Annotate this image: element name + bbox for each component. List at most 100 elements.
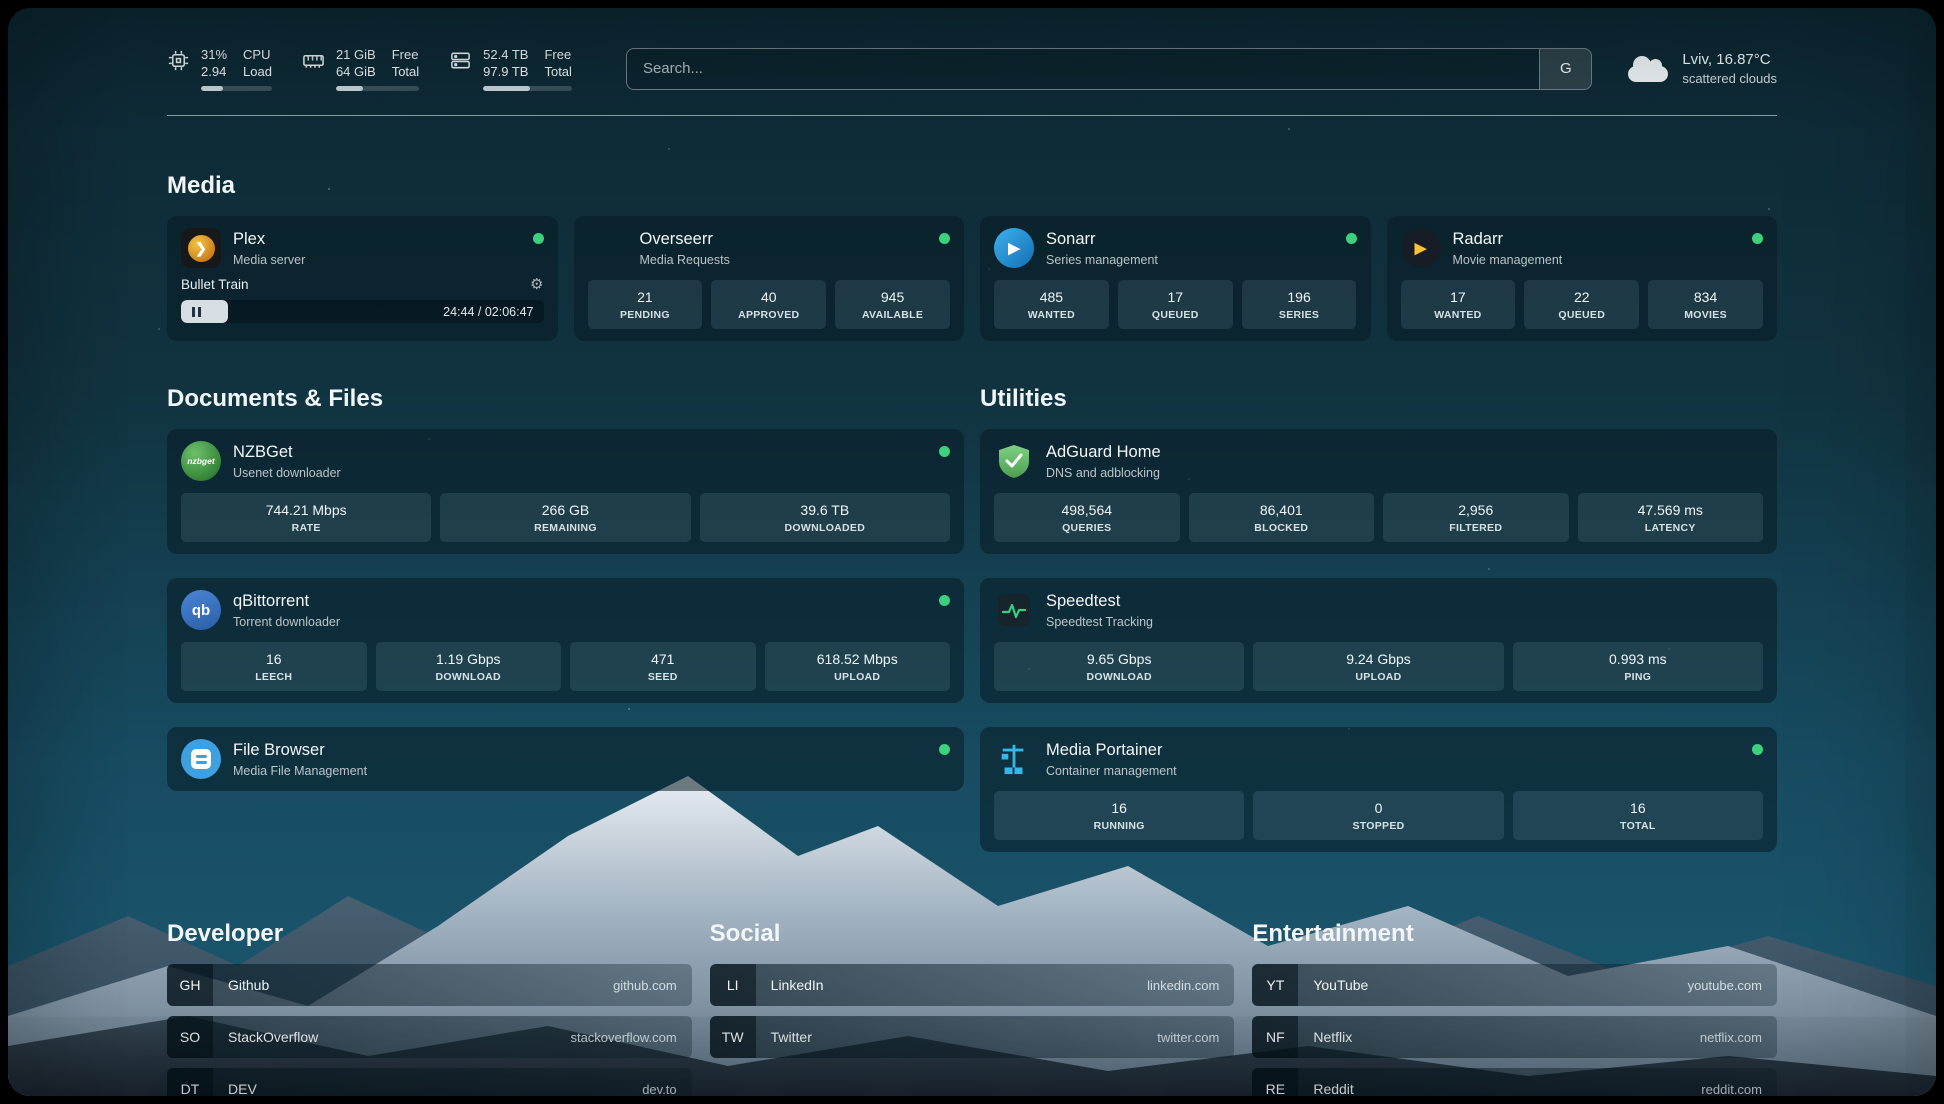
- bookmark-name: StackOverflow: [228, 1029, 318, 1045]
- memory-total-label: Total: [392, 63, 419, 80]
- service-card-qbittorrent[interactable]: qb qBittorrent Torrent downloader 16 LEE…: [167, 578, 964, 703]
- disk-usage-bar: [483, 86, 572, 91]
- disk-widget: 52.4 TB 97.9 TB Free Total: [449, 46, 572, 91]
- bookmark-twitter[interactable]: TW Twitter twitter.com: [710, 1016, 1235, 1058]
- service-card-plex[interactable]: ❯ Plex Media server Bullet Train ⚙: [167, 216, 558, 341]
- stat-series: 196 SERIES: [1242, 280, 1357, 329]
- stat-approved: 40 APPROVED: [711, 280, 826, 329]
- snow-specks: [8, 8, 10, 10]
- service-name: Speedtest: [1046, 591, 1153, 612]
- service-subtitle: Container management: [1046, 763, 1177, 779]
- bookmark-github[interactable]: GH Github github.com: [167, 964, 692, 1006]
- header-divider: [167, 115, 1777, 116]
- cpu-usage-bar: [201, 86, 272, 91]
- service-name: NZBGet: [233, 442, 341, 463]
- bookmark-name: DEV: [228, 1081, 257, 1096]
- disk-free-label: Free: [544, 46, 571, 63]
- overseerr-icon: [588, 228, 628, 268]
- bookmark-youtube[interactable]: YT YouTube youtube.com: [1252, 964, 1777, 1006]
- service-subtitle: Torrent downloader: [233, 614, 340, 630]
- plex-chevron-glyph: ❯: [195, 240, 207, 257]
- memory-usage-bar: [336, 86, 419, 91]
- service-subtitle: Media server: [233, 252, 305, 268]
- service-card-adguard[interactable]: AdGuard Home DNS and adblocking 498,564 …: [980, 429, 1777, 554]
- bookmark-abbr: DT: [167, 1068, 213, 1096]
- cpu-label: CPU: [243, 46, 272, 63]
- stat-latency: 47.569 ms LATENCY: [1578, 493, 1764, 542]
- bookmark-url: linkedin.com: [1147, 978, 1219, 993]
- bookmark-dev[interactable]: DT DEV dev.to: [167, 1068, 692, 1096]
- service-name: qBittorrent: [233, 591, 340, 612]
- bookmark-abbr: SO: [167, 1016, 213, 1058]
- memory-free-label: Free: [392, 46, 419, 63]
- bookmark-url: twitter.com: [1157, 1030, 1219, 1045]
- bookmark-netflix[interactable]: NF Netflix netflix.com: [1252, 1016, 1777, 1058]
- service-card-speedtest[interactable]: Speedtest Speedtest Tracking 9.65 Gbps D…: [980, 578, 1777, 703]
- service-subtitle: Speedtest Tracking: [1046, 614, 1153, 630]
- search-bar: G: [626, 48, 1592, 90]
- stat-pending: 21 PENDING: [588, 280, 703, 329]
- bookmark-linkedin[interactable]: LI LinkedIn linkedin.com: [710, 964, 1235, 1006]
- service-name: Plex: [233, 229, 305, 250]
- plex-progress-bar[interactable]: 24:44 / 02:06:47: [181, 300, 544, 323]
- status-dot: [939, 233, 950, 244]
- bookmark-abbr: YT: [1252, 964, 1298, 1006]
- memory-total: 64 GiB: [336, 63, 376, 80]
- section-title-social: Social: [710, 920, 1235, 948]
- stat-blocked: 86,401 BLOCKED: [1189, 493, 1375, 542]
- service-card-portainer[interactable]: Media Portainer Container management 16 …: [980, 727, 1777, 852]
- service-card-filebrowser[interactable]: File Browser Media File Management: [167, 727, 964, 791]
- bookmark-name: LinkedIn: [771, 977, 824, 993]
- weather-location: Lviv, 16.87°C: [1682, 50, 1777, 70]
- stat-download: 9.65 Gbps DOWNLOAD: [994, 642, 1244, 691]
- pause-icon[interactable]: [192, 307, 201, 317]
- status-dot: [1752, 744, 1763, 755]
- stat-total: 16 TOTAL: [1513, 791, 1763, 840]
- service-subtitle: Movie management: [1453, 252, 1563, 268]
- service-card-sonarr[interactable]: ▶ Sonarr Series management 485 WANTED: [980, 216, 1371, 341]
- cpu-widget: 31% 2.94 CPU Load: [167, 46, 272, 91]
- service-name: File Browser: [233, 740, 367, 761]
- section-title-developer: Developer: [167, 920, 692, 948]
- memory-free: 21 GiB: [336, 46, 376, 63]
- stat-leech: 16 LEECH: [181, 642, 367, 691]
- status-dot: [533, 233, 544, 244]
- weather-condition: scattered clouds: [1682, 70, 1777, 87]
- service-card-nzbget[interactable]: nzbget NZBGet Usenet downloader 744.21 M…: [167, 429, 964, 554]
- stat-queued: 17 QUEUED: [1118, 280, 1233, 329]
- stat-filtered: 2,956 FILTERED: [1383, 493, 1569, 542]
- stat-downloaded: 39.6 TB DOWNLOADED: [700, 493, 950, 542]
- disk-total: 97.9 TB: [483, 63, 528, 80]
- service-name: Overseerr: [640, 229, 730, 250]
- gear-icon[interactable]: ⚙: [530, 277, 543, 292]
- stat-wanted: 485 WANTED: [994, 280, 1109, 329]
- adguard-icon: [994, 441, 1034, 481]
- service-card-overseerr[interactable]: Overseerr Media Requests 21 PENDING 40 A…: [574, 216, 965, 341]
- bookmark-name: Twitter: [771, 1029, 812, 1045]
- topbar: 31% 2.94 CPU Load: [167, 8, 1777, 91]
- service-card-radarr[interactable]: ▶ Radarr Movie management 17 WANTED: [1387, 216, 1778, 341]
- bookmark-abbr: LI: [710, 964, 756, 1006]
- service-name: Radarr: [1453, 229, 1563, 250]
- memory-icon: [302, 49, 325, 72]
- stat-wanted: 17 WANTED: [1401, 280, 1516, 329]
- filebrowser-icon: [181, 739, 221, 779]
- search-engine-button[interactable]: G: [1539, 49, 1591, 89]
- bookmark-url: dev.to: [642, 1082, 676, 1097]
- stat-upload: 618.52 Mbps UPLOAD: [765, 642, 951, 691]
- plex-now-playing-title: Bullet Train: [181, 277, 249, 292]
- service-subtitle: DNS and adblocking: [1046, 465, 1161, 481]
- bookmark-reddit[interactable]: RE Reddit reddit.com: [1252, 1068, 1777, 1096]
- cpu-percent: 31%: [201, 46, 227, 63]
- cloud-icon: [1628, 66, 1668, 82]
- search-input[interactable]: [627, 60, 1539, 77]
- cpu-load-label: Load: [243, 63, 272, 80]
- weather-widget: Lviv, 16.87°C scattered clouds: [1628, 50, 1777, 87]
- disk-free: 52.4 TB: [483, 46, 528, 63]
- stat-available: 945 AVAILABLE: [835, 280, 950, 329]
- speedtest-icon: [994, 590, 1034, 630]
- stat-download: 1.19 Gbps DOWNLOAD: [376, 642, 562, 691]
- stat-seed: 471 SEED: [570, 642, 756, 691]
- stat-running: 16 RUNNING: [994, 791, 1244, 840]
- bookmark-stackoverflow[interactable]: SO StackOverflow stackoverflow.com: [167, 1016, 692, 1058]
